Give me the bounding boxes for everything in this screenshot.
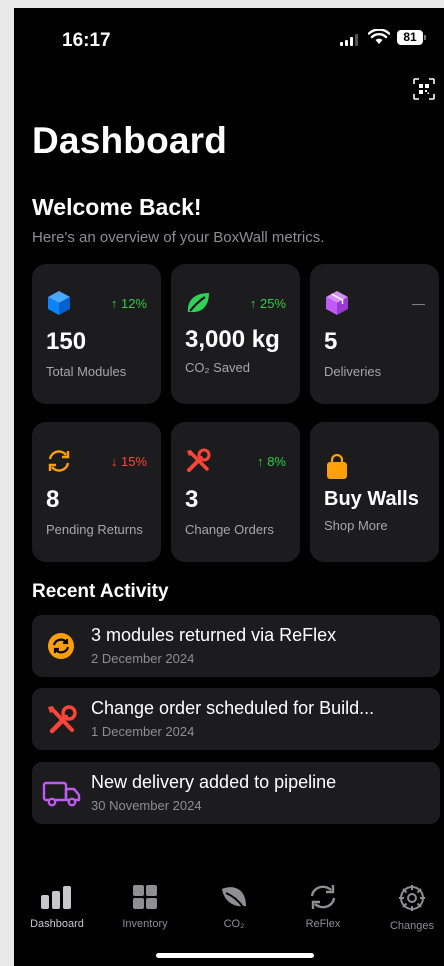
shopping-bag-icon xyxy=(327,454,347,479)
status-time: 16:17 xyxy=(62,30,111,51)
status-bar: 16:17 81 xyxy=(14,8,444,68)
tab-label: Inventory xyxy=(122,918,168,930)
activity-title: 3 modules returned via ReFlex xyxy=(91,625,337,645)
stat-delta: ↑ 12% xyxy=(110,296,147,311)
activity-date: 2 December 2024 xyxy=(91,651,195,666)
leaf-icon xyxy=(222,887,246,908)
wifi-icon xyxy=(368,29,390,44)
activity-title: New delivery added to pipeline xyxy=(91,772,337,792)
stat-value: 3 xyxy=(185,486,199,513)
battery-icon: 81 xyxy=(397,30,426,45)
shop-more-label: Shop More xyxy=(324,518,388,533)
tab-changes[interactable]: Changes xyxy=(369,878,444,932)
activity-title: Change order scheduled for Build... xyxy=(91,698,375,718)
stat-value: 3,000 kg xyxy=(185,326,280,353)
tools-icon xyxy=(48,705,77,734)
activity-item[interactable]: 3 modules returned via ReFlex 2 December… xyxy=(32,615,440,677)
tab-label: ReFlex xyxy=(305,918,341,930)
refresh-icon xyxy=(310,885,336,909)
stat-label: Pending Returns xyxy=(46,522,143,537)
qr-scan-icon[interactable] xyxy=(412,77,436,101)
signal-icon xyxy=(340,34,358,46)
stat-value: 8 xyxy=(46,486,60,513)
tab-reflex[interactable]: ReFlex xyxy=(280,878,366,930)
welcome-heading: Welcome Back! xyxy=(32,194,202,220)
buy-walls-title: Buy Walls xyxy=(324,488,419,510)
home-indicator[interactable] xyxy=(156,953,314,958)
buy-walls-card[interactable]: Buy Walls Shop More xyxy=(310,422,439,562)
return-arrows-icon xyxy=(48,450,70,472)
stat-delta: ↑ 8% xyxy=(257,454,286,469)
stat-delta: — xyxy=(412,296,425,311)
tab-label: Changes xyxy=(389,920,435,932)
package-icon xyxy=(326,291,348,315)
activity-date: 30 November 2024 xyxy=(91,798,202,813)
stat-label: Total Modules xyxy=(46,364,127,379)
stat-label: Change Orders xyxy=(185,522,274,537)
return-circle-icon xyxy=(48,633,74,659)
tools-icon xyxy=(187,448,211,472)
stat-card-pending-returns[interactable]: ↓ 15% 8 Pending Returns xyxy=(32,422,161,562)
stat-card-total-modules[interactable]: ↑ 12% 150 Total Modules xyxy=(32,264,161,404)
app-screen: 16:17 81 Dashboard Welcome Back! Here's … xyxy=(14,8,444,966)
activity-item[interactable]: Change order scheduled for Build... 1 De… xyxy=(32,688,440,750)
stat-value: 150 xyxy=(46,328,87,355)
stat-card-co2-saved[interactable]: ↑ 25% 3,000 kg CO₂ Saved xyxy=(171,264,300,404)
stat-delta: ↓ 15% xyxy=(110,454,147,469)
leaf-icon xyxy=(187,293,209,313)
bar-chart-icon xyxy=(41,886,71,909)
grid-icon xyxy=(133,885,157,909)
stat-card-deliveries[interactable]: — 5 Deliveries xyxy=(310,264,439,404)
page-title: Dashboard xyxy=(32,120,228,161)
welcome-subtitle: Here's an overview of your BoxWall metri… xyxy=(32,229,325,246)
recent-activity-heading: Recent Activity xyxy=(32,581,169,602)
tab-bar: Dashboard Inventory CO₂ ReFlex Changes xyxy=(14,878,444,948)
tab-label: Dashboard xyxy=(30,918,84,930)
stat-label: CO₂ Saved xyxy=(185,360,251,375)
tab-dashboard[interactable]: Dashboard xyxy=(14,878,100,930)
tab-co2[interactable]: CO₂ xyxy=(191,878,277,930)
activity-date: 1 December 2024 xyxy=(91,724,195,739)
stat-value: 5 xyxy=(324,328,338,355)
tab-inventory[interactable]: Inventory xyxy=(102,878,188,930)
stat-label: Deliveries xyxy=(324,364,382,379)
stat-delta: ↑ 25% xyxy=(249,296,286,311)
cube-icon xyxy=(48,291,70,315)
truck-icon xyxy=(42,781,81,807)
activity-item[interactable]: New delivery added to pipeline 30 Novemb… xyxy=(32,762,440,824)
tab-label: CO₂ xyxy=(223,918,245,930)
stat-card-change-orders[interactable]: ↑ 8% 3 Change Orders xyxy=(171,422,300,562)
gear-icon xyxy=(399,885,425,911)
